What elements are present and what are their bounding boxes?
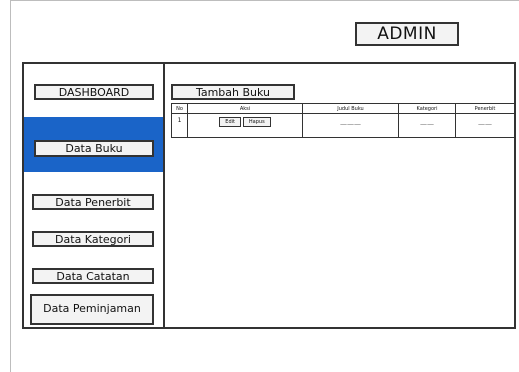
sidebar-item-data-catatan[interactable]: Data Catatan: [32, 268, 154, 284]
sidebar-item-dashboard[interactable]: DASHBOARD: [34, 84, 154, 100]
judul-placeholder: ———: [340, 120, 361, 128]
column-header-no: No: [171, 103, 188, 114]
column-header-kategori: Kategori: [398, 103, 456, 114]
edit-button[interactable]: Edit: [219, 117, 241, 127]
admin-title: ADMIN: [355, 22, 459, 46]
penerbit-placeholder: ——: [478, 120, 492, 128]
delete-button[interactable]: Hapus: [242, 117, 271, 127]
row-penerbit: ——: [455, 113, 515, 138]
canvas-left-border: [10, 0, 11, 372]
table-row: 1 Edit Hapus ——— —— ——: [171, 113, 515, 138]
table-header-row: No Aksi Judul Buku Kategori Penerbit: [171, 103, 515, 114]
row-actions: Edit Hapus: [187, 113, 303, 138]
column-header-aksi: Aksi: [187, 103, 303, 114]
row-kategori: ——: [398, 113, 456, 138]
sidebar-divider: [163, 62, 165, 329]
canvas-top-border: [10, 0, 519, 1]
sidebar-item-data-penerbit[interactable]: Data Penerbit: [32, 194, 154, 210]
sidebar-item-data-peminjaman[interactable]: Data Peminjaman: [30, 294, 154, 325]
books-table: No Aksi Judul Buku Kategori Penerbit 1 E…: [171, 103, 515, 138]
column-header-judul: Judul Buku: [302, 103, 399, 114]
sidebar-item-data-kategori[interactable]: Data Kategori: [32, 231, 154, 247]
sidebar-item-data-buku[interactable]: Data Buku: [34, 140, 154, 157]
add-book-button[interactable]: Tambah Buku: [171, 84, 295, 100]
row-number: 1: [171, 113, 188, 138]
column-header-penerbit: Penerbit: [455, 103, 515, 114]
row-judul: ———: [302, 113, 399, 138]
kategori-placeholder: ——: [420, 120, 434, 128]
